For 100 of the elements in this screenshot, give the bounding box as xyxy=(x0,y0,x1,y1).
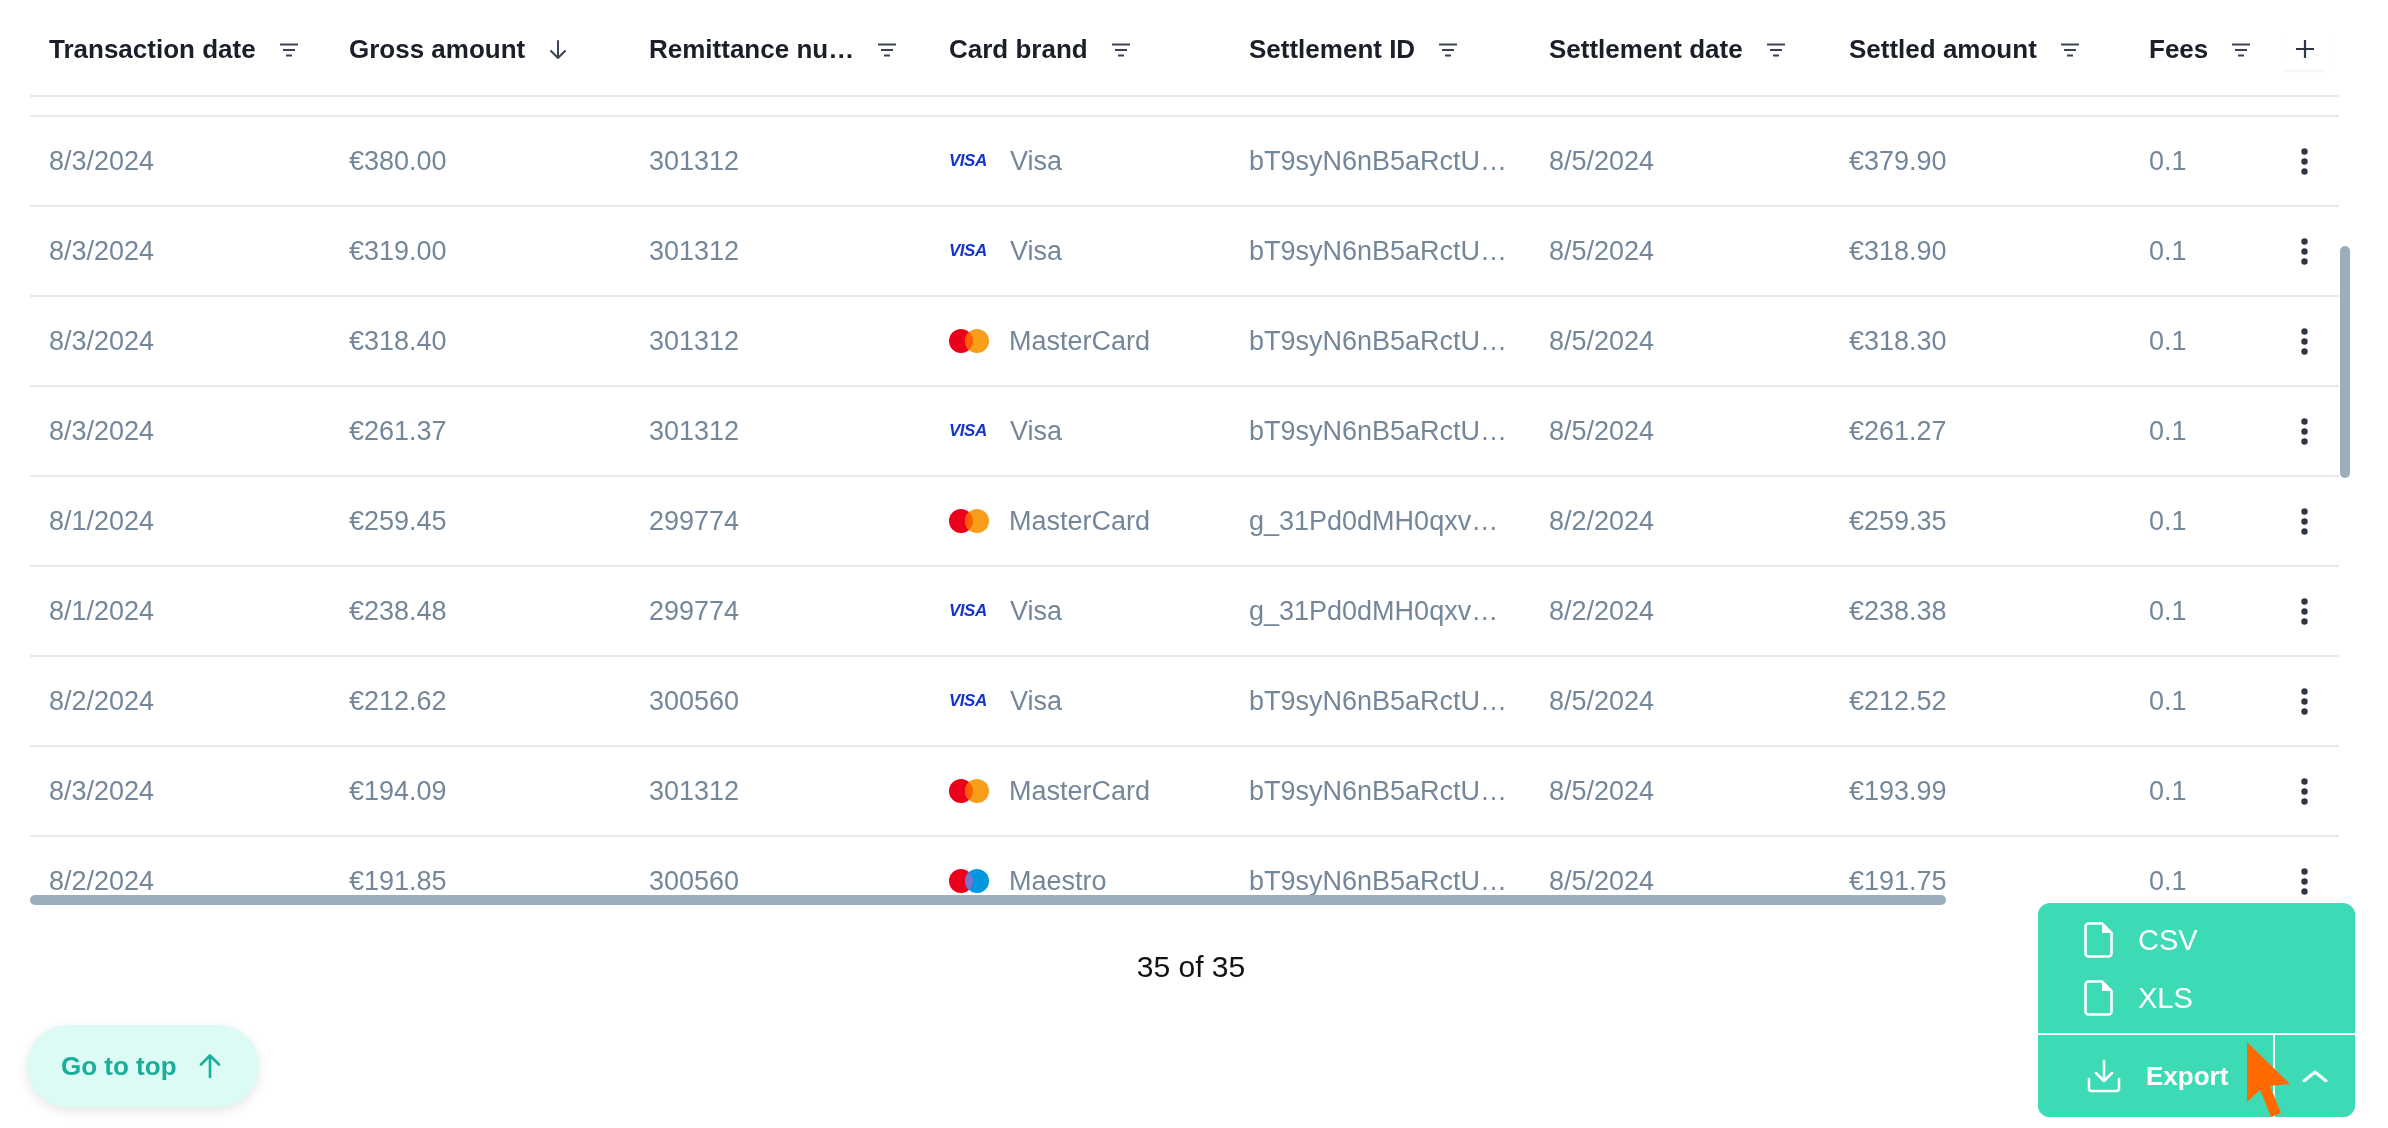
table-cell: 301312 xyxy=(649,236,740,266)
column-header[interactable]: Remittance nu… xyxy=(649,34,855,65)
table-cell: 8/2/2024 xyxy=(1549,506,1655,536)
table-cell: MasterCard xyxy=(1009,506,1151,536)
filter-icon[interactable] xyxy=(1766,42,1785,57)
table-cell: 0.1 xyxy=(2149,326,2187,356)
table-cell: 299774 xyxy=(649,506,740,536)
table-cell: 8/3/2024 xyxy=(49,326,155,356)
arrow-up-icon xyxy=(198,1053,221,1079)
table-cell: €261.27 xyxy=(1849,416,1947,446)
table-cell: €318.90 xyxy=(1849,236,1947,266)
table-cell: bT9syN6nB5aRctU… xyxy=(1249,686,1508,716)
overlapping-circles-icon xyxy=(949,509,989,533)
table-cell: 0.1 xyxy=(2149,776,2187,806)
table-cell: 0.1 xyxy=(2149,416,2187,446)
table-cell: Visa xyxy=(1010,146,1063,176)
vertical-scrollbar[interactable] xyxy=(2340,246,2350,478)
table-cell: 8/2/2024 xyxy=(49,686,155,716)
vertical-dots-icon[interactable] xyxy=(2301,687,2308,715)
column-header[interactable]: Card brand xyxy=(949,34,1088,65)
table-cell: €212.52 xyxy=(1849,686,1947,716)
table-cell: 8/1/2024 xyxy=(49,596,155,626)
table-cell: €380.00 xyxy=(349,146,447,176)
column-header[interactable]: Settlement ID xyxy=(1249,34,1416,65)
table-cell: €318.30 xyxy=(1849,326,1947,356)
table-cell: €212.62 xyxy=(349,686,447,716)
table-cell: 301312 xyxy=(649,416,740,446)
result-count: 35 of 35 xyxy=(1136,949,1246,985)
horizontal-scrollbar[interactable] xyxy=(30,895,1946,905)
filter-icon[interactable] xyxy=(878,42,897,57)
vertical-dots-icon[interactable] xyxy=(2301,147,2308,175)
column-header[interactable]: Fees xyxy=(2149,34,2209,65)
table-cell: 0.1 xyxy=(2149,866,2187,895)
table-cell: 0.1 xyxy=(2149,146,2187,176)
vertical-dots-icon[interactable] xyxy=(2301,867,2308,895)
table-cell: 8/5/2024 xyxy=(1549,866,1655,895)
table-cell: €259.35 xyxy=(1849,506,1947,536)
column-header[interactable]: Transaction date xyxy=(49,34,256,65)
table-cell: Visa xyxy=(1010,236,1063,266)
table-cell: 0.1 xyxy=(2149,506,2187,536)
table-cell: €261.37 xyxy=(349,416,447,446)
vertical-dots-icon[interactable] xyxy=(2301,417,2308,445)
table-cell: bT9syN6nB5aRctU… xyxy=(1249,326,1508,356)
arrow-down-icon[interactable] xyxy=(549,39,568,60)
table-cell: 8/5/2024 xyxy=(1549,326,1655,356)
table-cell: MasterCard xyxy=(1009,326,1151,356)
card-logo: VISA xyxy=(949,422,988,440)
table-cell: 0.1 xyxy=(2149,686,2187,716)
card-logo: VISA xyxy=(949,692,988,710)
table-cell: 8/1/2024 xyxy=(49,506,155,536)
table-cell: 8/3/2024 xyxy=(49,776,155,806)
vertical-dots-icon[interactable] xyxy=(2301,237,2308,265)
table-cell: Maestro xyxy=(1009,866,1107,895)
vertical-dots-icon[interactable] xyxy=(2301,327,2308,355)
vertical-dots-icon[interactable] xyxy=(2301,597,2308,625)
table-cell: 301312 xyxy=(649,776,740,806)
file-icon xyxy=(2084,922,2113,958)
table-cell: Visa xyxy=(1010,596,1063,626)
filter-icon[interactable] xyxy=(2232,42,2251,57)
table-cell: g_31Pd0dMH0qxv… xyxy=(1249,506,1499,536)
table-cell: bT9syN6nB5aRctU… xyxy=(1249,866,1508,895)
table-cell: 8/3/2024 xyxy=(49,236,155,266)
plus-icon xyxy=(2294,38,2315,59)
table-cell: bT9syN6nB5aRctU… xyxy=(1249,236,1508,266)
table-cell: €318.40 xyxy=(349,326,447,356)
table-cell: 300560 xyxy=(649,686,740,716)
table-cell: bT9syN6nB5aRctU… xyxy=(1249,416,1508,446)
table-cell: 8/5/2024 xyxy=(1549,146,1655,176)
column-header[interactable]: Gross amount xyxy=(349,34,526,65)
card-logo: VISA xyxy=(949,152,988,170)
filter-icon[interactable] xyxy=(1111,42,1130,57)
table-cell: €259.45 xyxy=(349,506,447,536)
table-cell: €193.99 xyxy=(1849,776,1947,806)
table-cell: 301312 xyxy=(649,146,740,176)
cursor-arrow-icon xyxy=(2247,1042,2291,1118)
overlapping-circles-icon xyxy=(949,329,989,353)
vertical-dots-icon[interactable] xyxy=(2301,507,2308,535)
table-cell: 0.1 xyxy=(2149,236,2187,266)
filter-icon[interactable] xyxy=(2060,42,2079,57)
table-cell: €238.38 xyxy=(1849,596,1947,626)
table-cell: 301312 xyxy=(649,326,740,356)
overlapping-circles-icon xyxy=(949,869,989,893)
table-cell: 8/2/2024 xyxy=(49,866,155,895)
table-cell: 8/5/2024 xyxy=(1549,416,1655,446)
table-cell: 8/2/2024 xyxy=(1549,596,1655,626)
vertical-dots-icon[interactable] xyxy=(2301,777,2308,805)
filter-icon[interactable] xyxy=(279,42,298,57)
table-cell: €191.85 xyxy=(349,866,447,895)
table-cell: g_31Pd0dMH0qxv… xyxy=(1249,596,1499,626)
column-header[interactable]: Settled amount xyxy=(1849,34,2037,65)
table-cell: 0.1 xyxy=(2149,596,2187,626)
table-cell: €194.09 xyxy=(349,776,447,806)
filter-icon[interactable] xyxy=(1439,42,1458,57)
table-cell: 299774 xyxy=(649,596,740,626)
table-cell: €238.48 xyxy=(349,596,447,626)
table-cell: bT9syN6nB5aRctU… xyxy=(1249,146,1508,176)
table-cell: 8/3/2024 xyxy=(49,416,155,446)
table-cell: €319.00 xyxy=(349,236,447,266)
table-cell: Visa xyxy=(1010,686,1063,716)
column-header[interactable]: Settlement date xyxy=(1549,34,1743,65)
